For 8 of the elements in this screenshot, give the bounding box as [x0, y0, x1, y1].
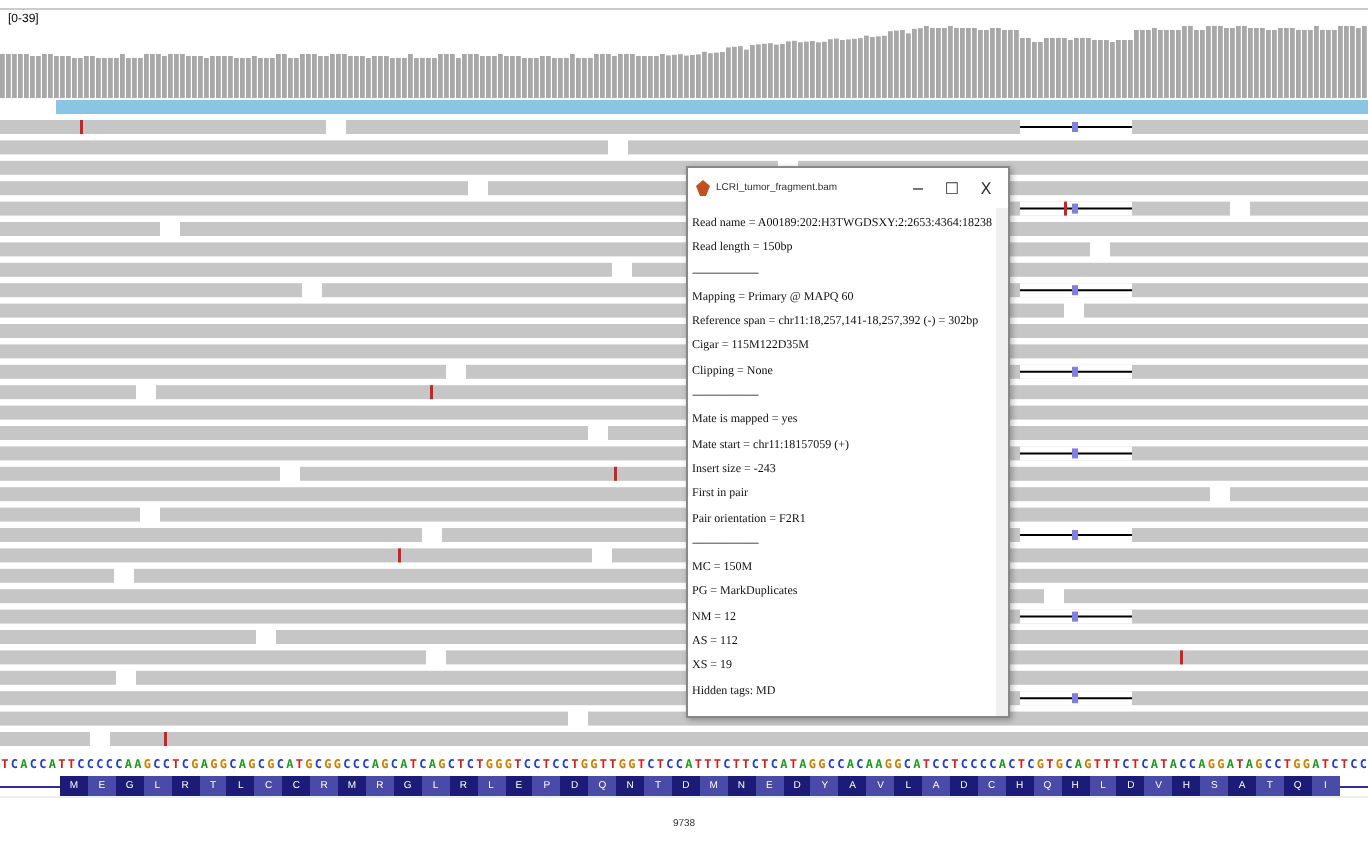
strand-line	[0, 785, 60, 787]
maximize-button[interactable]: ☐	[938, 179, 966, 197]
scrollbar[interactable]	[996, 208, 1008, 716]
strand-line	[1340, 785, 1368, 787]
minimize-button[interactable]: −	[904, 179, 932, 197]
app-icon	[696, 180, 710, 196]
close-button[interactable]: X	[972, 179, 1000, 197]
selected-read[interactable]	[56, 100, 1368, 114]
